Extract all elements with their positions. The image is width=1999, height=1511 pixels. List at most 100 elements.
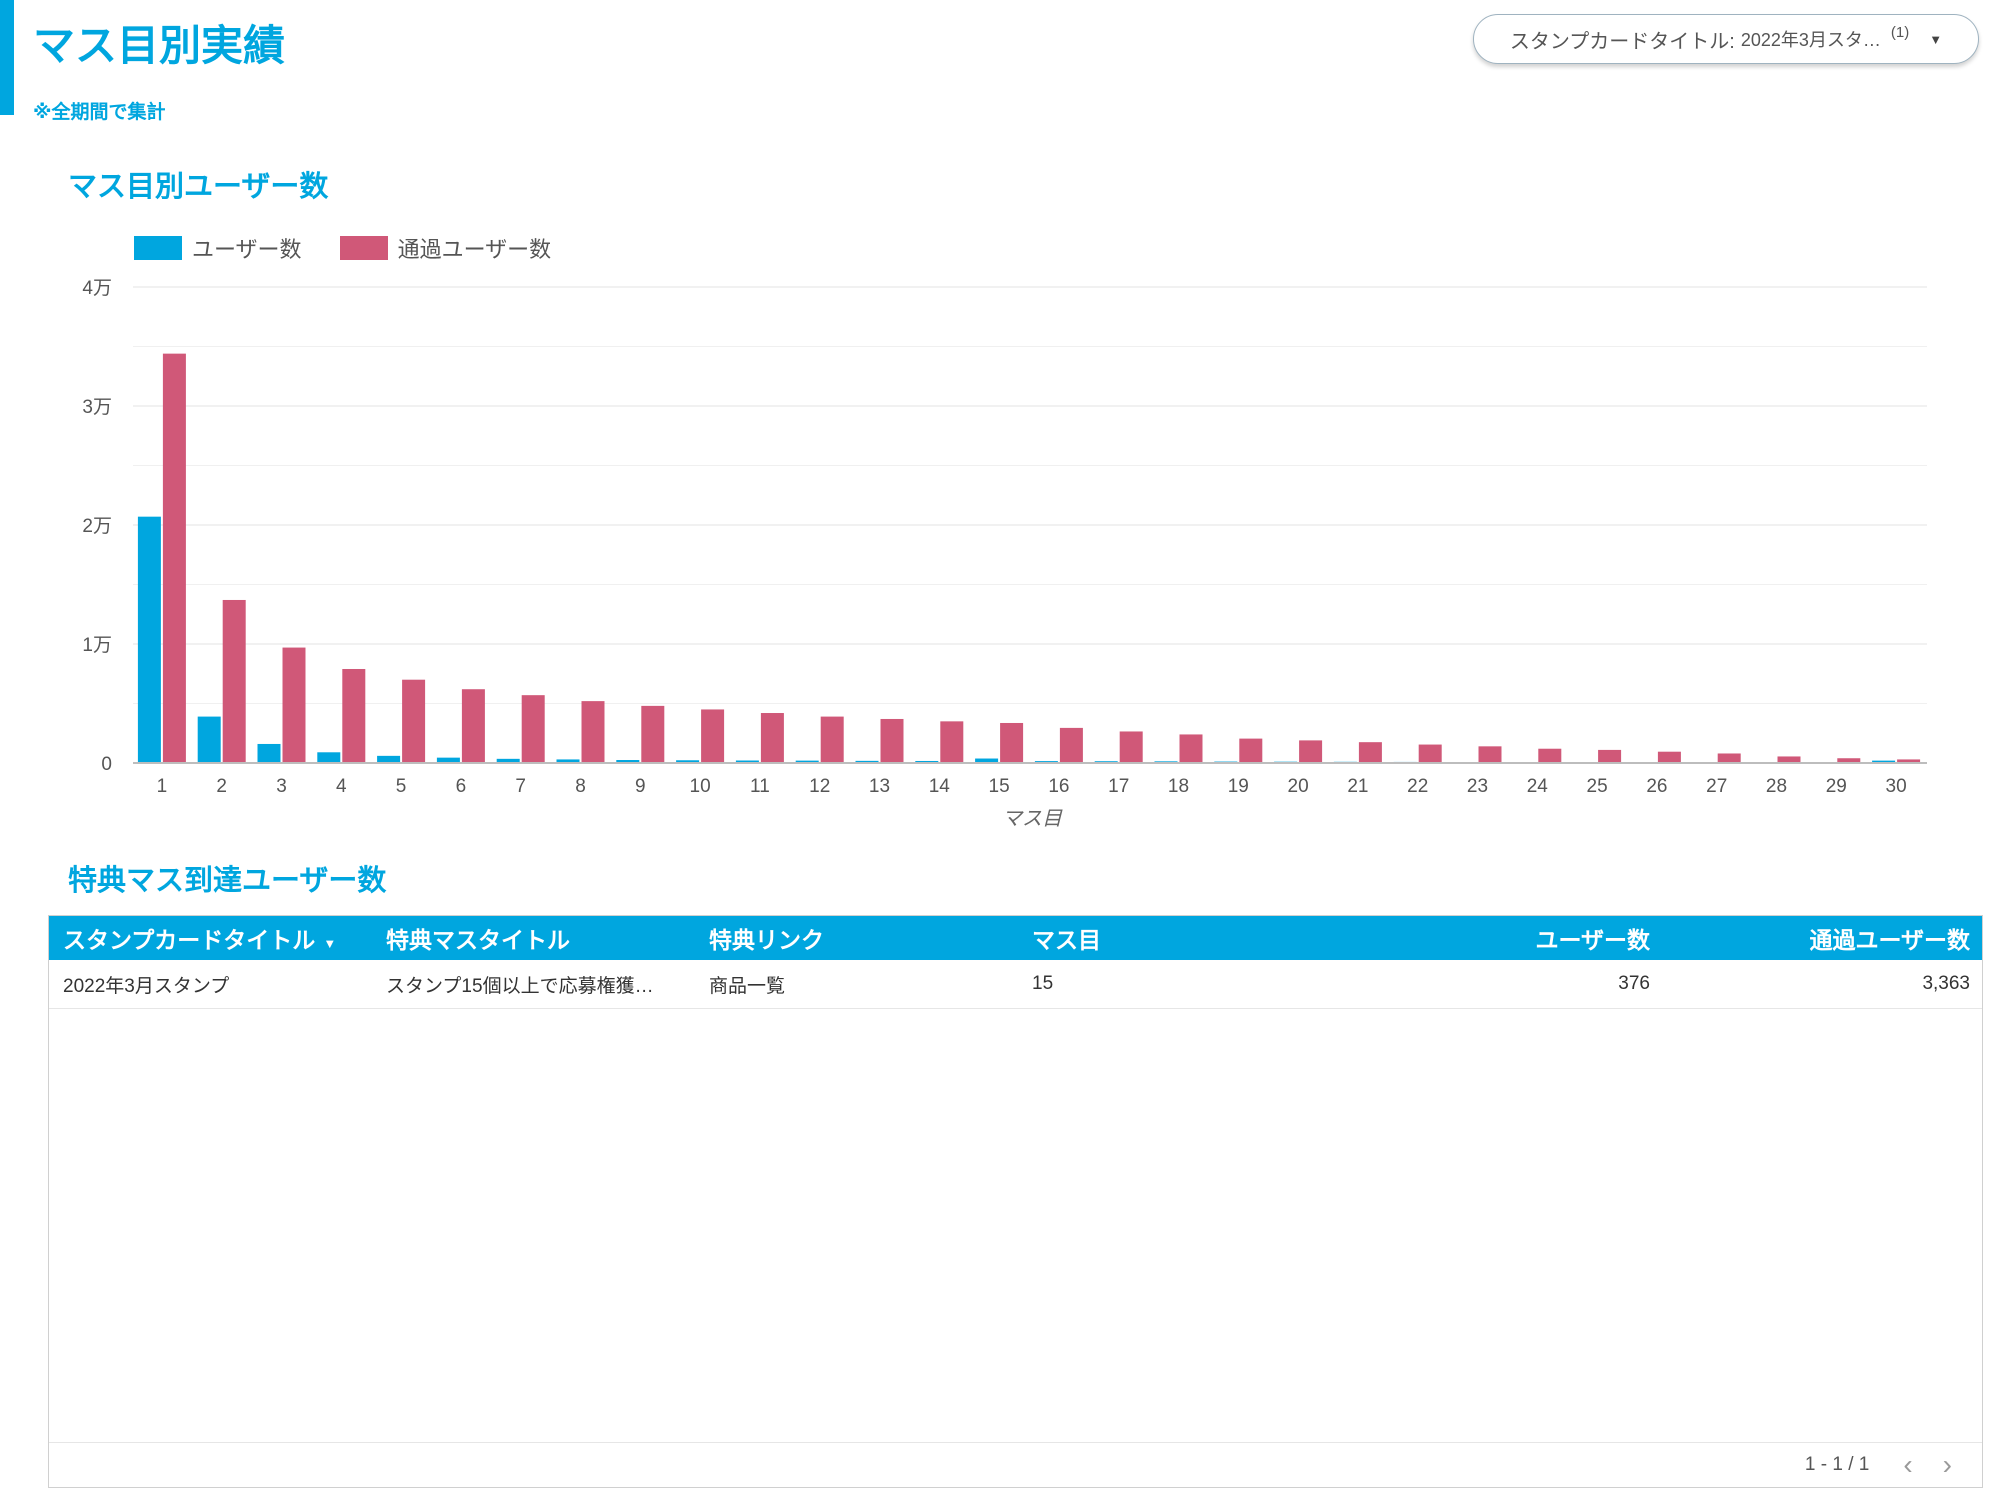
bar-passed-users	[1179, 734, 1203, 763]
cell-users: 376	[1618, 973, 1650, 994]
cell-reward-title: スタンプ15個以上で応募権獲…	[386, 975, 654, 997]
bar-passed-users	[1059, 727, 1083, 763]
x-tick-label: 16	[1048, 776, 1069, 797]
bar-passed-users	[701, 709, 725, 763]
x-tick-label: 17	[1108, 776, 1129, 797]
filter-count: (1)	[1890, 23, 1910, 41]
pagination-label: 1 - 1 / 1	[1804, 1454, 1870, 1475]
bar-users	[257, 743, 281, 763]
y-tick-label: 2万	[82, 516, 112, 537]
x-tick-label: 30	[1886, 776, 1907, 797]
x-tick-label: 3	[276, 776, 287, 797]
bar-passed-users	[521, 695, 545, 763]
aggregation-note: ※全期間で集計	[33, 102, 166, 123]
x-tick-label: 5	[396, 776, 407, 797]
x-tick-label: 24	[1527, 776, 1549, 797]
bar-passed-users	[1299, 740, 1323, 763]
bar-passed-users	[282, 647, 306, 763]
cell-reward-link[interactable]: 商品一覧	[695, 971, 1018, 998]
x-tick-label: 26	[1646, 776, 1667, 797]
x-tick-label: 2	[216, 776, 227, 797]
cell-passed-users: 3,363	[1922, 973, 1970, 994]
bar-users	[137, 516, 161, 763]
y-tick-label: 1万	[82, 635, 112, 656]
bar-passed-users	[1239, 738, 1263, 763]
chart-title: マス目別ユーザー数	[68, 171, 329, 203]
x-axis-title: マス目	[1002, 808, 1063, 830]
column-header-square[interactable]: マス目	[1018, 921, 1341, 955]
x-tick-label: 19	[1228, 776, 1249, 797]
reward-square-table: スタンプカードタイトル ▼ 特典マスタイトル 特典リンク マス目 ユーザー数 通過…	[48, 915, 1983, 1488]
x-tick-label: 27	[1706, 776, 1727, 797]
x-tick-label: 8	[575, 776, 586, 797]
x-tick-label: 12	[809, 776, 830, 797]
bar-passed-users	[1538, 748, 1562, 763]
bar-passed-users	[162, 353, 186, 763]
x-tick-label: 6	[456, 776, 467, 797]
cell-card-title: 2022年3月スタンプ	[63, 975, 230, 997]
y-tick-label: 3万	[82, 397, 112, 418]
chevron-left-icon[interactable]: ‹	[1903, 1451, 1912, 1479]
x-tick-label: 28	[1766, 776, 1787, 797]
x-tick-label: 1	[157, 776, 168, 797]
x-tick-label: 25	[1587, 776, 1608, 797]
bar-passed-users	[641, 705, 665, 763]
table-row[interactable]: 2022年3月スタンプ スタンプ15個以上で応募権獲… 商品一覧 15 376 …	[49, 960, 1982, 1009]
x-tick-label: 21	[1347, 776, 1368, 797]
column-header-reward-title[interactable]: 特典マスタイトル	[372, 921, 695, 955]
x-tick-label: 14	[929, 776, 951, 797]
x-tick-label: 10	[690, 776, 711, 797]
stamp-card-filter[interactable]: スタンプカードタイトル: 2022年3月スタ… (1) ▼	[1473, 14, 1979, 64]
bar-passed-users	[820, 716, 844, 763]
legend-swatch-users	[134, 236, 182, 260]
x-tick-label: 9	[635, 776, 646, 797]
bar-users	[197, 716, 221, 763]
x-tick-label: 18	[1168, 776, 1189, 797]
bar-passed-users	[1000, 722, 1024, 763]
column-header-users[interactable]: ユーザー数	[1341, 921, 1664, 955]
bar-passed-users	[940, 721, 964, 763]
bar-passed-users	[581, 701, 605, 763]
x-tick-label: 22	[1407, 776, 1428, 797]
bar-passed-users	[342, 668, 366, 763]
bar-passed-users	[1657, 751, 1681, 763]
bar-passed-users	[1717, 753, 1741, 763]
filter-value: 2022年3月スタ…	[1740, 30, 1881, 50]
title-accent-bar	[0, 0, 14, 115]
bar-passed-users	[880, 718, 904, 763]
filter-label: スタンプカードタイトル:	[1509, 30, 1735, 53]
x-tick-label: 20	[1288, 776, 1309, 797]
legend-swatch-passed-users	[339, 236, 388, 260]
bar-passed-users	[1358, 742, 1382, 763]
caret-down-icon: ▼	[1929, 31, 1943, 47]
table-title: 特典マス到達ユーザー数	[68, 865, 387, 897]
bar-passed-users	[1598, 749, 1622, 763]
y-tick-label: 4万	[82, 278, 112, 299]
x-tick-label: 11	[750, 776, 770, 797]
column-header-card-title[interactable]: スタンプカードタイトル ▼	[49, 921, 372, 955]
bar-users	[317, 752, 341, 763]
bar-passed-users	[402, 679, 426, 763]
bar-passed-users	[1478, 746, 1502, 763]
cell-square: 15	[1032, 973, 1054, 994]
table-header: スタンプカードタイトル ▼ 特典マスタイトル 特典リンク マス目 ユーザー数 通過…	[49, 916, 1982, 960]
bar-passed-users	[1418, 744, 1442, 763]
bar-passed-users	[760, 713, 784, 763]
x-tick-label: 29	[1826, 776, 1847, 797]
x-tick-label: 7	[515, 776, 526, 797]
column-header-passed-users[interactable]: 通過ユーザー数	[1664, 921, 1982, 955]
bar-chart: 01万2万3万4万1 2 3 4 5 6 7 8 9 10 11 12 13 14 15 16 17 18 19 20…	[82, 278, 1927, 830]
x-tick-label: 15	[989, 776, 1010, 797]
column-header-reward-link[interactable]: 特典リンク	[695, 921, 1018, 955]
bar-passed-users	[461, 689, 485, 763]
page-title: マス目別実績	[33, 22, 286, 69]
table-pagination: 1 - 1 / 1 ‹ ›	[49, 1442, 1982, 1487]
chevron-right-icon[interactable]: ›	[1943, 1451, 1952, 1479]
x-tick-label: 4	[336, 776, 347, 797]
bar-passed-users	[1119, 731, 1143, 763]
sort-desc-icon: ▼	[323, 936, 337, 951]
y-tick-label: 0	[101, 754, 112, 775]
x-tick-label: 23	[1467, 776, 1488, 797]
bar-users	[377, 755, 401, 763]
bar-passed-users	[222, 599, 246, 763]
